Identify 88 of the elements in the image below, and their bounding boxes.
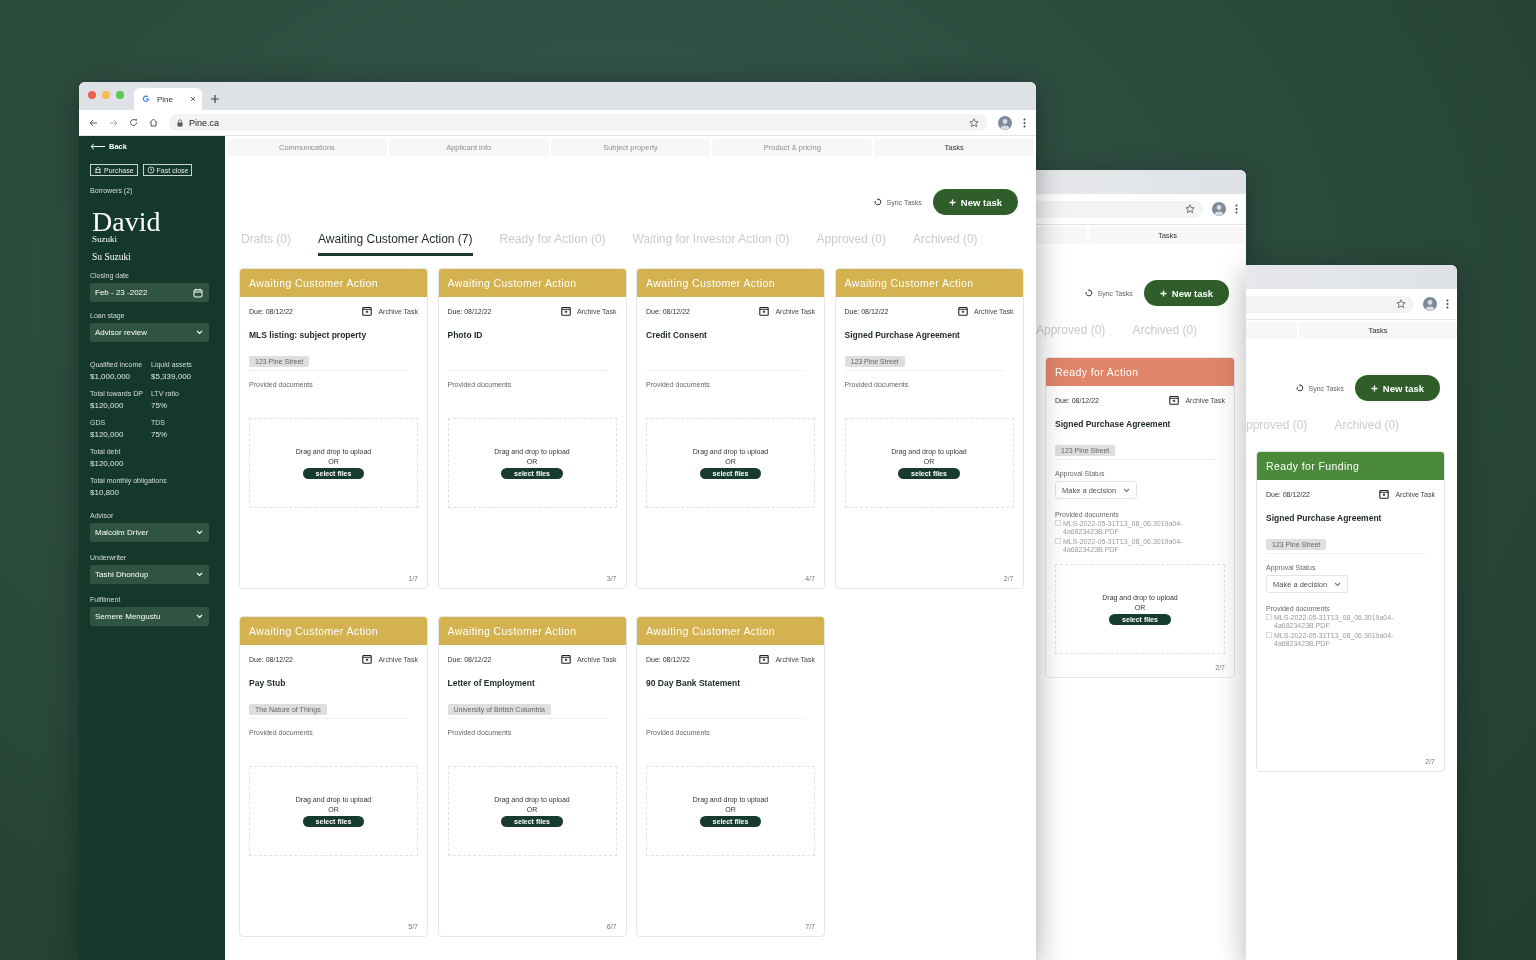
card-header: Ready for Funding: [1257, 452, 1444, 480]
card-header: Awaiting Customer Action: [438, 617, 626, 645]
card-header: Awaiting Customer Action: [240, 269, 427, 297]
stat-value: $120,000: [90, 459, 125, 468]
date-field[interactable]: Feb - 23 -2022: [90, 283, 209, 302]
stat-value: $5,339,000: [151, 372, 193, 381]
dropdown[interactable]: Advisor review: [90, 323, 209, 342]
archive-box-icon: [560, 654, 571, 664]
dropdown[interactable]: Malcolm Driver: [90, 523, 209, 542]
stat-value: 75%: [151, 401, 168, 410]
sync-icon: [1295, 384, 1304, 392]
task-title: Signed Purchase Agreement: [1055, 419, 1172, 429]
more-menu-icon: [1446, 299, 1449, 309]
star-icon: [1396, 299, 1406, 309]
stat-value: $10,800: [90, 488, 120, 497]
chevron-down-icon: [196, 530, 203, 535]
address-bar[interactable]: [1036, 200, 1203, 218]
chevron-down-icon: [1334, 581, 1341, 587]
new-task-button[interactable]: New task: [1143, 280, 1229, 306]
stat-value: 75%: [151, 430, 168, 439]
house-icon: [94, 166, 102, 174]
home-icon[interactable]: [149, 118, 158, 127]
task-title: Letter of Employment: [447, 678, 536, 688]
archive-box-icon: [560, 306, 571, 316]
page-tab[interactable]: [1036, 227, 1087, 244]
new-task-button[interactable]: New task: [1354, 375, 1440, 401]
plus-icon[interactable]: [210, 94, 220, 104]
card-header: Awaiting Customer Action: [835, 269, 1023, 297]
archive-box-icon: [759, 654, 770, 664]
borrower-last-name: Suzuki: [92, 235, 118, 244]
clock-icon: [146, 166, 155, 174]
archive-box-icon: [957, 306, 968, 316]
card-header: Awaiting Customer Action: [637, 617, 824, 645]
more-menu-icon: [1235, 204, 1238, 214]
task-title: Photo ID: [447, 330, 484, 340]
dropdown[interactable]: Semere Mengustu: [90, 607, 209, 626]
card-header: Awaiting Customer Action: [438, 269, 626, 297]
new-task-button[interactable]: New task: [932, 189, 1018, 215]
calendar-icon: [193, 287, 203, 298]
chevron-down-icon: [1123, 487, 1130, 493]
archive-box-icon: [1379, 489, 1390, 499]
co-borrower-name: Su Suzuki: [92, 252, 132, 262]
archive-box-icon: [362, 306, 373, 316]
stat-value: $120,000: [90, 401, 125, 410]
task-title: Pay Stub: [249, 678, 287, 688]
chevron-down-icon: [196, 614, 203, 619]
document-icon: [1055, 520, 1061, 526]
document-icon: [1266, 614, 1272, 620]
archive-box-icon: [362, 654, 373, 664]
avatar-icon: [1423, 297, 1437, 311]
chevron-down-icon: [196, 330, 203, 335]
card-header: Awaiting Customer Action: [240, 617, 427, 645]
dropdown[interactable]: Tashi Dhondup: [90, 565, 209, 584]
more-menu-icon: [1023, 117, 1026, 128]
back-arrow-icon: [90, 143, 105, 150]
back-arrow-icon[interactable]: [89, 118, 98, 127]
card-header: Ready for Action: [1046, 358, 1234, 386]
task-title: 90 Day Bank Statement: [646, 678, 741, 688]
sync-icon: [1084, 289, 1093, 297]
archive-box-icon: [759, 306, 770, 316]
plus-icon: [948, 198, 956, 206]
g-logo-icon: [142, 95, 150, 103]
avatar-icon: [1212, 202, 1226, 216]
task-title: MLS listing: subject property: [249, 330, 368, 340]
star-icon: [969, 117, 979, 128]
reload-icon[interactable]: [129, 118, 138, 127]
star-icon: [1185, 204, 1195, 214]
avatar-icon: [998, 115, 1012, 130]
plus-icon: [1159, 289, 1167, 297]
archive-box-icon: [1169, 395, 1180, 405]
stat-value: $1,000,000: [90, 372, 132, 381]
address-bar[interactable]: Pine.ca: [169, 114, 987, 131]
browser-tab[interactable]: Pine: [134, 88, 202, 110]
chevron-down-icon: [196, 572, 203, 577]
close-icon: [190, 96, 196, 102]
task-title: Credit Consent: [646, 330, 708, 340]
task-title: Signed Purchase Agreement: [1266, 513, 1383, 523]
document-icon: [1266, 632, 1272, 638]
stat-value: $120,000: [90, 430, 125, 439]
card-header: Awaiting Customer Action: [637, 269, 824, 297]
document-icon: [1055, 538, 1061, 544]
lock-icon: [177, 118, 183, 127]
plus-icon: [1370, 384, 1378, 392]
task-title: Signed Purchase Agreement: [844, 330, 961, 340]
forward-arrow-icon[interactable]: [109, 118, 118, 127]
sync-icon: [873, 198, 882, 206]
borrower-first-name: David: [92, 209, 162, 235]
status-tab[interactable]: Awaiting Customer Action (7): [318, 232, 473, 256]
